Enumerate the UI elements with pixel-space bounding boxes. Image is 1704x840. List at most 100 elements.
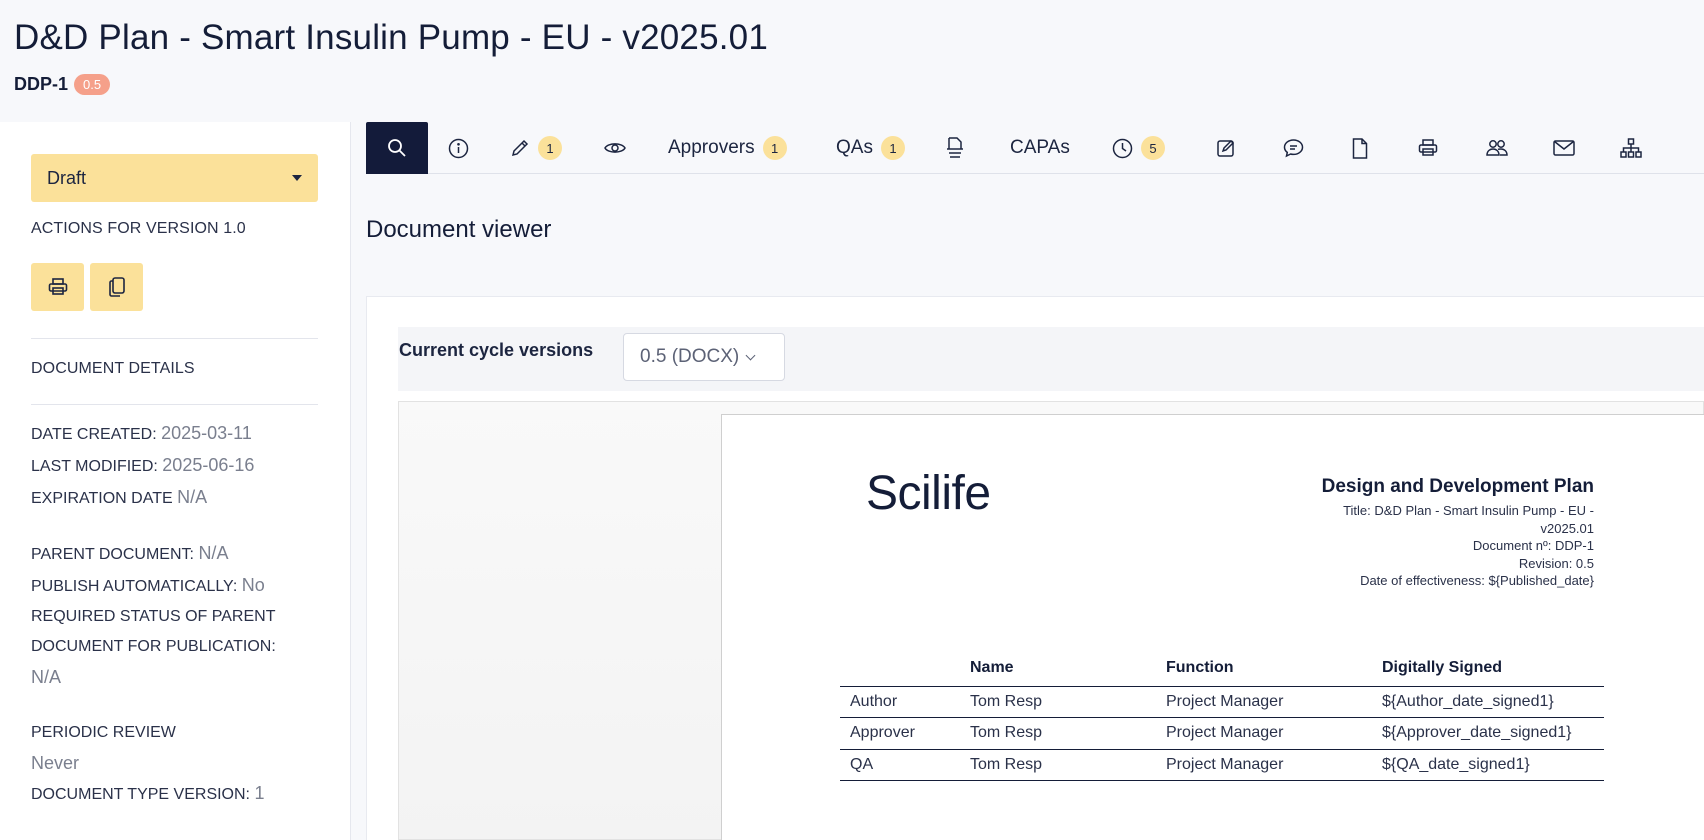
- tab-approvers-label: Approvers: [668, 137, 755, 158]
- file-icon: [1352, 137, 1368, 159]
- status-dropdown[interactable]: Draft: [31, 154, 318, 202]
- last-modified-label: LAST MODIFIED:: [31, 458, 158, 475]
- hierarchy-icon: [1620, 138, 1642, 158]
- table-cell: Approver: [840, 717, 960, 750]
- version-badge: 0.5: [74, 74, 111, 95]
- date-created-value: 2025-03-11: [161, 423, 252, 443]
- page-title: D&D Plan - Smart Insulin Pump - EU - v20…: [14, 18, 769, 57]
- periodic-label: PERIODIC REVIEW: [31, 724, 176, 741]
- tab-hierarchy[interactable]: [1620, 122, 1642, 174]
- actions-label: ACTIONS FOR VERSION 1.0: [31, 220, 246, 237]
- doc-id-row: DDP-1 0.5: [14, 74, 111, 95]
- tab-capas-label: CAPAs: [1010, 137, 1070, 158]
- cycle-version-value: 0.5 (DOCX): [640, 346, 740, 367]
- mail-icon: [1553, 140, 1575, 156]
- tab-info[interactable]: [448, 122, 469, 174]
- table-cell: ${Approver_date_signed1}: [1372, 717, 1604, 750]
- tab-edit[interactable]: 1: [510, 122, 562, 174]
- parent-block: PARENT DOCUMENT: N/A PUBLISH AUTOMATICAL…: [31, 538, 331, 692]
- table-header: Digitally Signed: [1372, 656, 1604, 687]
- table-cell: Author: [840, 686, 960, 718]
- status-value: Draft: [47, 167, 87, 188]
- doc-id: DDP-1: [14, 74, 69, 94]
- table-cell: Project Manager: [1156, 686, 1372, 718]
- edit-box-icon: [1217, 139, 1235, 157]
- periodic-value: Never: [31, 753, 80, 773]
- tab-file[interactable]: [1352, 122, 1368, 174]
- tab-search[interactable]: [366, 122, 428, 174]
- tab-qas[interactable]: QAs 1: [836, 122, 905, 174]
- cycle-versions-label: Current cycle versions: [399, 340, 594, 360]
- document-heading: Design and Development Plan: [1321, 476, 1594, 497]
- document-meta-effective: Date of effectiveness: ${Published_date}: [1360, 573, 1594, 588]
- table-cell: ${Author_date_signed1}: [1372, 686, 1604, 718]
- search-icon: [388, 139, 406, 157]
- tab-capas[interactable]: CAPAs: [1010, 122, 1070, 174]
- table-header: [840, 656, 960, 687]
- chevron-down-icon: [745, 350, 756, 360]
- tab-print[interactable]: [1418, 122, 1438, 174]
- tab-training[interactable]: [946, 122, 964, 174]
- document-stamp-icon: [947, 137, 963, 158]
- table-cell: Project Manager: [1156, 717, 1372, 750]
- divider: [31, 404, 318, 405]
- tab-approvers[interactable]: Approvers 1: [668, 122, 787, 174]
- history-count-badge: 5: [1141, 136, 1165, 160]
- required-status-value: N/A: [31, 667, 62, 687]
- dates-block: DATE CREATED: 2025-03-11 LAST MODIFIED: …: [31, 418, 331, 514]
- cycle-version-dropdown[interactable]: 0.5 (DOCX): [623, 333, 785, 381]
- divider: [31, 338, 318, 339]
- date-created-label: DATE CREATED:: [31, 426, 157, 443]
- tab-bar: 1 Approvers 1 QAs 1 CAPAs 5: [366, 122, 1704, 174]
- comment-icon: [1283, 139, 1304, 158]
- table-row: Approver Tom Resp Project Manager ${Appr…: [840, 717, 1604, 750]
- table-cell: ${QA_date_signed1}: [1372, 749, 1604, 781]
- tab-qas-label: QAs: [836, 137, 873, 158]
- print-button[interactable]: [31, 263, 84, 311]
- cycle-bar: [398, 327, 1704, 391]
- parent-value: N/A: [198, 543, 229, 563]
- tab-views[interactable]: [604, 122, 626, 174]
- tab-comments[interactable]: [1283, 122, 1304, 174]
- printer-icon: [1418, 139, 1438, 156]
- table-cell: Tom Resp: [960, 717, 1156, 750]
- copy-icon: [108, 277, 125, 297]
- copy-button[interactable]: [90, 263, 143, 311]
- clock-icon: [1112, 138, 1133, 158]
- caret-down-icon: [292, 175, 302, 181]
- last-modified-value: 2025-06-16: [162, 455, 255, 475]
- eye-icon: [604, 143, 626, 153]
- document-meta-title: Title: D&D Plan - Smart Insulin Pump - E…: [1343, 503, 1594, 518]
- sidebar: Draft ACTIONS FOR VERSION 1.0 DOCUMENT D…: [0, 122, 351, 840]
- details-label: DOCUMENT DETAILS: [31, 360, 195, 377]
- tab-mail[interactable]: [1553, 122, 1575, 174]
- edit-count-badge: 1: [538, 136, 562, 160]
- tab-history[interactable]: 5: [1112, 122, 1165, 174]
- table-row: QA Tom Resp Project Manager ${QA_date_si…: [840, 749, 1604, 781]
- parent-label: PARENT DOCUMENT:: [31, 546, 194, 563]
- table-cell: Tom Resp: [960, 749, 1156, 781]
- document-meta-number: Document nº: DDP-1: [1472, 538, 1594, 553]
- qas-count-badge: 1: [880, 136, 905, 160]
- action-buttons: [31, 263, 143, 311]
- printer-icon: [48, 278, 67, 295]
- users-icon: [1486, 140, 1508, 156]
- doctype-label: DOCUMENT TYPE VERSION:: [31, 786, 250, 803]
- table-header-row: Name Function Digitally Signed: [840, 656, 1604, 687]
- expiration-label: EXPIRATION DATE: [31, 490, 173, 507]
- document-meta-revision: Revision: 0.5: [1518, 555, 1594, 571]
- info-icon: [448, 138, 469, 158]
- required-status-label-2: DOCUMENT FOR PUBLICATION:: [31, 638, 276, 655]
- table-cell: QA: [840, 749, 960, 781]
- table-row: Author Tom Resp Project Manager ${Author…: [840, 686, 1604, 718]
- viewer-title: Document viewer: [366, 216, 552, 243]
- doctype-value: 1: [254, 783, 265, 803]
- document-meta-title-cont: v2025.01: [1540, 520, 1595, 536]
- document-header: Design and Development Plan Title: D&D P…: [1274, 476, 1594, 590]
- tab-users[interactable]: [1486, 122, 1508, 174]
- pencil-icon: [511, 139, 529, 157]
- tab-edit-note[interactable]: [1216, 122, 1236, 174]
- table-header: Function: [1156, 656, 1372, 687]
- scilife-logo: Scilife: [866, 467, 991, 520]
- table-header: Name: [960, 656, 1156, 687]
